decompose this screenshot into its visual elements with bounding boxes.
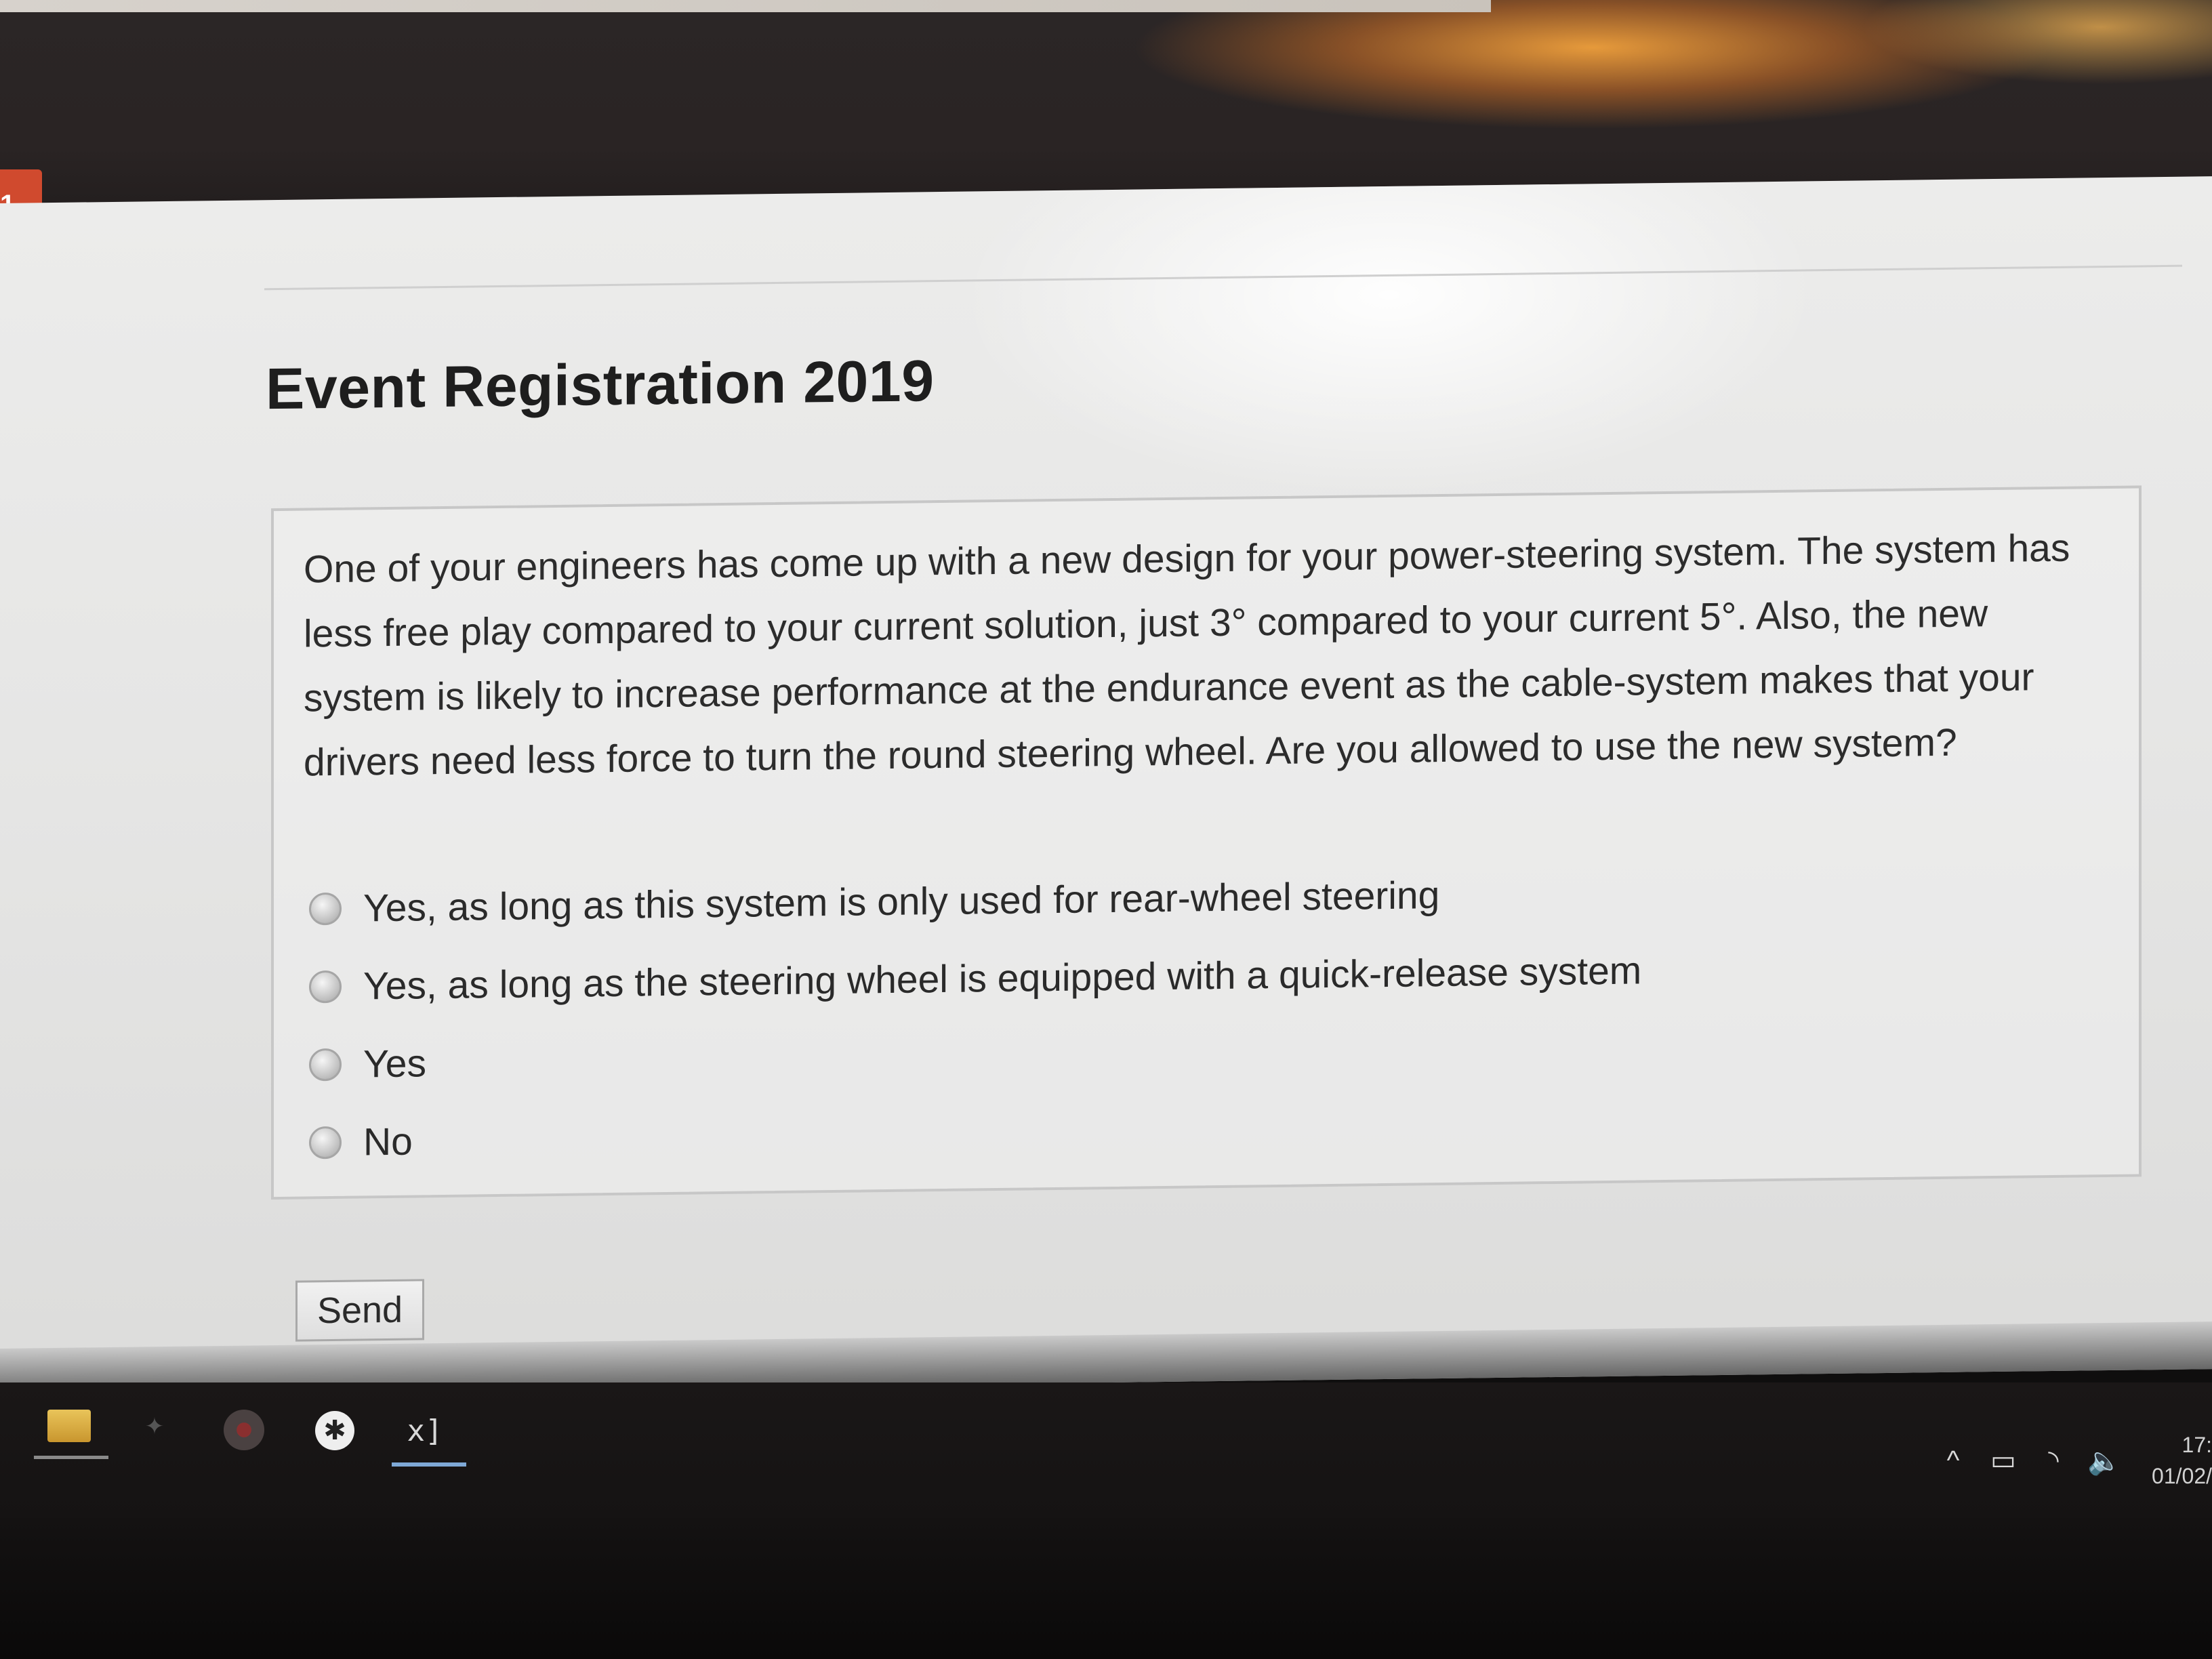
page-title: Event Registration 2019 [266,348,935,422]
monitor-bezel [0,1518,2212,1659]
excel-icon[interactable]: x] [401,1411,449,1450]
file-explorer-icon[interactable] [47,1410,91,1442]
browser-top-edge [0,0,1491,12]
question-box: One of your engineers has come up with a… [271,485,2142,1200]
option-label: Yes [363,1041,426,1086]
clock-time: 17: [2182,1433,2212,1457]
clock[interactable]: 17: 01/02/ [2144,1429,2212,1492]
web-page: Event Registration 2019 One of your engi… [0,176,2212,1396]
radio-button[interactable] [309,1126,342,1159]
taskbar: ✦ ✱ x] ^ ▭ ◝ 🔈 17: 01/02/ [0,1382,2212,1518]
send-button[interactable]: Send [295,1279,424,1342]
pin-icon[interactable]: ✦ [142,1413,167,1440]
radio-button[interactable] [309,1048,342,1081]
header-divider [264,264,2182,291]
running-indicator [34,1456,108,1459]
volume-icon[interactable]: 🔈 [2087,1445,2121,1477]
answer-option-no[interactable]: No [309,1087,1641,1181]
question-text: One of your engineers has come up with a… [304,526,2070,785]
chevron-up-icon[interactable]: ^ [1937,1446,1969,1476]
option-label: No [363,1120,413,1164]
system-tray: ^ ▭ ◝ 🔈 17: 01/02/ [1937,1430,2212,1491]
photo-frame: 1 Event Registration 2019 One of your en… [0,0,2212,1659]
option-label: Yes, as long as the steering wheel is eq… [363,948,1642,1008]
answer-options: Yes, as long as this system is only used… [309,853,1641,1181]
radio-button[interactable] [309,892,342,925]
settings-gear-icon[interactable]: ✱ [315,1411,354,1450]
radio-button[interactable] [309,970,342,1003]
clock-date: 01/02/ [2152,1464,2212,1488]
battery-icon[interactable]: ▭ [1987,1445,2020,1476]
wifi-icon[interactable]: ◝ [2037,1445,2070,1476]
active-app-indicator [392,1462,466,1467]
option-label: Yes, as long as this system is only used… [363,873,1440,930]
chrome-icon[interactable] [224,1410,264,1450]
